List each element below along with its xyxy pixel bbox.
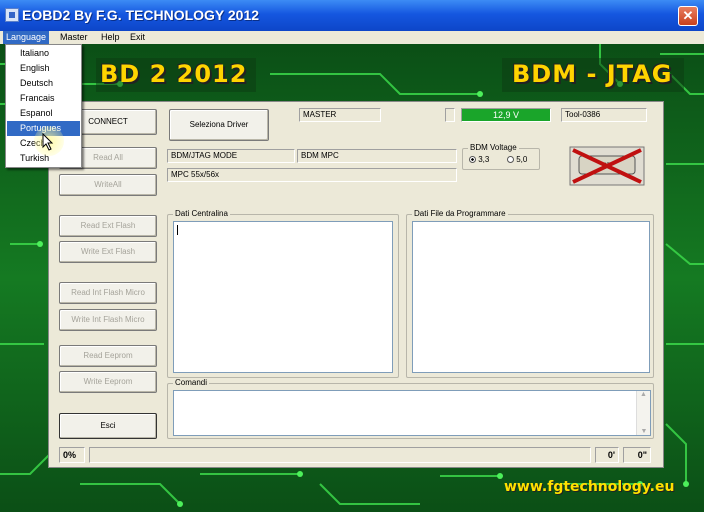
read-eeprom-button[interactable]: Read Eeprom — [59, 345, 157, 367]
scroll-up-icon[interactable]: ▲ — [637, 391, 650, 398]
bdm-voltage-label: BDM Voltage — [468, 143, 519, 152]
radio-selected-icon — [469, 156, 476, 164]
read-int-flash-button[interactable]: Read Int Flash Micro — [59, 282, 157, 304]
ecu-data-textbox[interactable] — [173, 221, 393, 373]
commands-scrollbar[interactable]: ▲ ▼ — [636, 391, 650, 435]
language-item-francais[interactable]: Francais — [7, 91, 80, 106]
file-data-group: Dati File da Programmare — [406, 209, 654, 378]
menu-language[interactable]: Language — [3, 31, 50, 44]
window-title: EOBD2 By F.G. TECHNOLOGY 2012 — [22, 7, 260, 23]
banner-left-text: BD 2 2012 — [100, 60, 248, 88]
bdm-voltage-33-label: 3,3 — [478, 155, 490, 164]
banner-right-text: BDM - JTAG — [512, 60, 673, 88]
write-eeprom-button[interactable]: Write Eeprom — [59, 371, 157, 393]
ecu-data-label: Dati Centralina — [173, 209, 230, 218]
bdm-voltage-radio-50[interactable]: 5,0 — [507, 155, 527, 164]
write-all-button[interactable]: WriteAll — [59, 174, 157, 196]
mouse-cursor-icon — [42, 133, 54, 151]
progress-percent: 0% — [59, 447, 85, 463]
mode-field: BDM/JTAG MODE — [167, 149, 295, 163]
menu-master[interactable]: Master — [57, 31, 91, 44]
app-icon[interactable] — [5, 8, 19, 22]
bdm-voltage-group: BDM Voltage 3,3 5,0 — [462, 143, 540, 170]
micro-field: MPC 55x/56x — [167, 168, 457, 182]
main-panel: CONNECT Read All WriteAll Read Ext Flash… — [48, 101, 664, 468]
language-item-espanol[interactable]: Espanol — [7, 106, 80, 121]
voltage-display: 12,9 V — [461, 108, 551, 122]
master-field: MASTER — [299, 108, 381, 122]
language-item-english[interactable]: English — [7, 61, 80, 76]
menu-bar: Language Master Help Exit — [0, 31, 704, 44]
file-data-textbox[interactable] — [412, 221, 650, 373]
start-crossed-icon[interactable]: ST — [569, 146, 645, 186]
window-titlebar: EOBD2 By F.G. TECHNOLOGY 2012 ✕ — [0, 0, 704, 31]
write-int-flash-button[interactable]: Write Int Flash Micro — [59, 309, 157, 331]
bdm-voltage-50-label: 5,0 — [516, 155, 528, 164]
commands-group: Comandi ▲ ▼ — [167, 378, 654, 439]
text-caret — [177, 225, 178, 235]
select-driver-button[interactable]: Seleziona Driver — [169, 109, 269, 141]
write-ext-flash-button[interactable]: Write Ext Flash — [59, 241, 157, 263]
close-icon[interactable]: ✕ — [678, 6, 698, 26]
voltage-indicator-small — [445, 108, 455, 122]
menu-exit[interactable]: Exit — [127, 31, 148, 44]
commands-textbox[interactable]: ▲ ▼ — [173, 390, 651, 436]
time-minutes: 0' — [595, 447, 619, 463]
file-data-label: Dati File da Programmare — [412, 209, 508, 218]
language-item-deutsch[interactable]: Deutsch — [7, 76, 80, 91]
ecu-data-group: Dati Centralina — [167, 209, 399, 378]
bdm-type-field: BDM MPC — [297, 149, 457, 163]
progress-bar — [89, 447, 591, 463]
tool-id-field: Tool-0386 — [561, 108, 647, 122]
read-ext-flash-button[interactable]: Read Ext Flash — [59, 215, 157, 237]
scroll-down-icon[interactable]: ▼ — [637, 428, 651, 435]
menu-help[interactable]: Help — [98, 31, 123, 44]
time-seconds: 0" — [623, 447, 651, 463]
exit-button[interactable]: Esci — [59, 413, 157, 439]
language-item-italiano[interactable]: Italiano — [7, 46, 80, 61]
bdm-voltage-radio-33[interactable]: 3,3 — [469, 155, 489, 164]
commands-label: Comandi — [173, 378, 210, 387]
website-url: www.fgtechnology.eu — [504, 479, 675, 495]
radio-unselected-icon — [507, 156, 514, 164]
